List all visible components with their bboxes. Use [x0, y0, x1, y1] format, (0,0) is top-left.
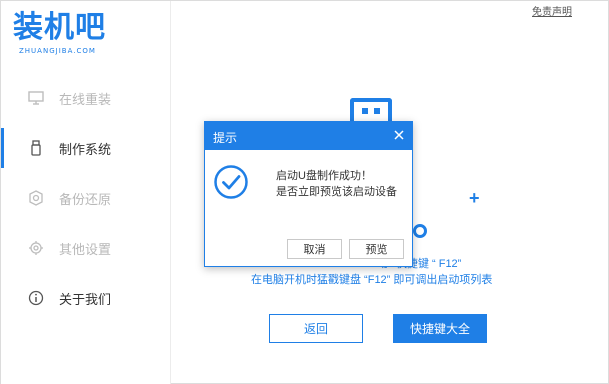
boot-menu-hint: 在电脑开机时猛戳键盘 “F12” 即可调出启动项列表 [251, 274, 493, 286]
success-check-icon [213, 164, 249, 200]
sidebar-item-label: 其他设置 [59, 241, 112, 257]
sidebar-item-label: 备份还原 [59, 191, 112, 207]
usb-drive-icon [27, 139, 45, 157]
sidebar-item-label: 在线重装 [59, 91, 112, 107]
sidebar-item-about-us[interactable]: 关于我们 [1, 278, 171, 318]
circle-decoration-icon [413, 224, 427, 238]
sidebar-item-label: 制作系统 [59, 141, 112, 157]
sidebar-item-online-reinstall[interactable]: 在线重装 [1, 78, 171, 118]
close-icon[interactable] [392, 128, 406, 142]
active-indicator [1, 128, 4, 168]
plus-decoration-icon: + [469, 188, 480, 208]
logo-subtext: ZHUANGJIBA.COM [19, 47, 96, 55]
app-window: 装机吧 ZHUANGJIBA.COM 在线重装 制作系统 备份还原 其他设置 关… [0, 0, 609, 384]
info-icon [27, 289, 45, 307]
dialog-message-question: 是否立即预览该启动设备 [276, 186, 397, 198]
dialog-title: 提示 [213, 131, 238, 145]
gear-icon [27, 239, 45, 257]
sidebar-item-backup-restore[interactable]: 备份还原 [1, 178, 171, 218]
app-logo: 装机吧 ZHUANGJIBA.COM [13, 9, 153, 59]
sidebar: 装机吧 ZHUANGJIBA.COM 在线重装 制作系统 备份还原 其他设置 关… [1, 1, 171, 384]
dialog-message-success: 启动U盘制作成功！ [276, 170, 372, 182]
sidebar-item-label: 关于我们 [59, 291, 112, 307]
monitor-icon [27, 89, 45, 107]
cancel-button[interactable]: 取消 [287, 239, 342, 259]
preview-button[interactable]: 预览 [349, 239, 404, 259]
backup-icon [27, 189, 45, 207]
sidebar-item-make-system[interactable]: 制作系统 [1, 128, 171, 168]
prompt-dialog: 提示 启动U盘制作成功！ 是否立即预览该启动设备 取消 预览 [204, 121, 413, 267]
sidebar-item-other-settings[interactable]: 其他设置 [1, 228, 171, 268]
shortcut-list-button[interactable]: 快捷键大全 [393, 314, 487, 343]
logo-text: 装机吧 [13, 10, 106, 45]
dialog-header: 提示 [205, 122, 412, 150]
back-button[interactable]: 返回 [269, 314, 363, 343]
